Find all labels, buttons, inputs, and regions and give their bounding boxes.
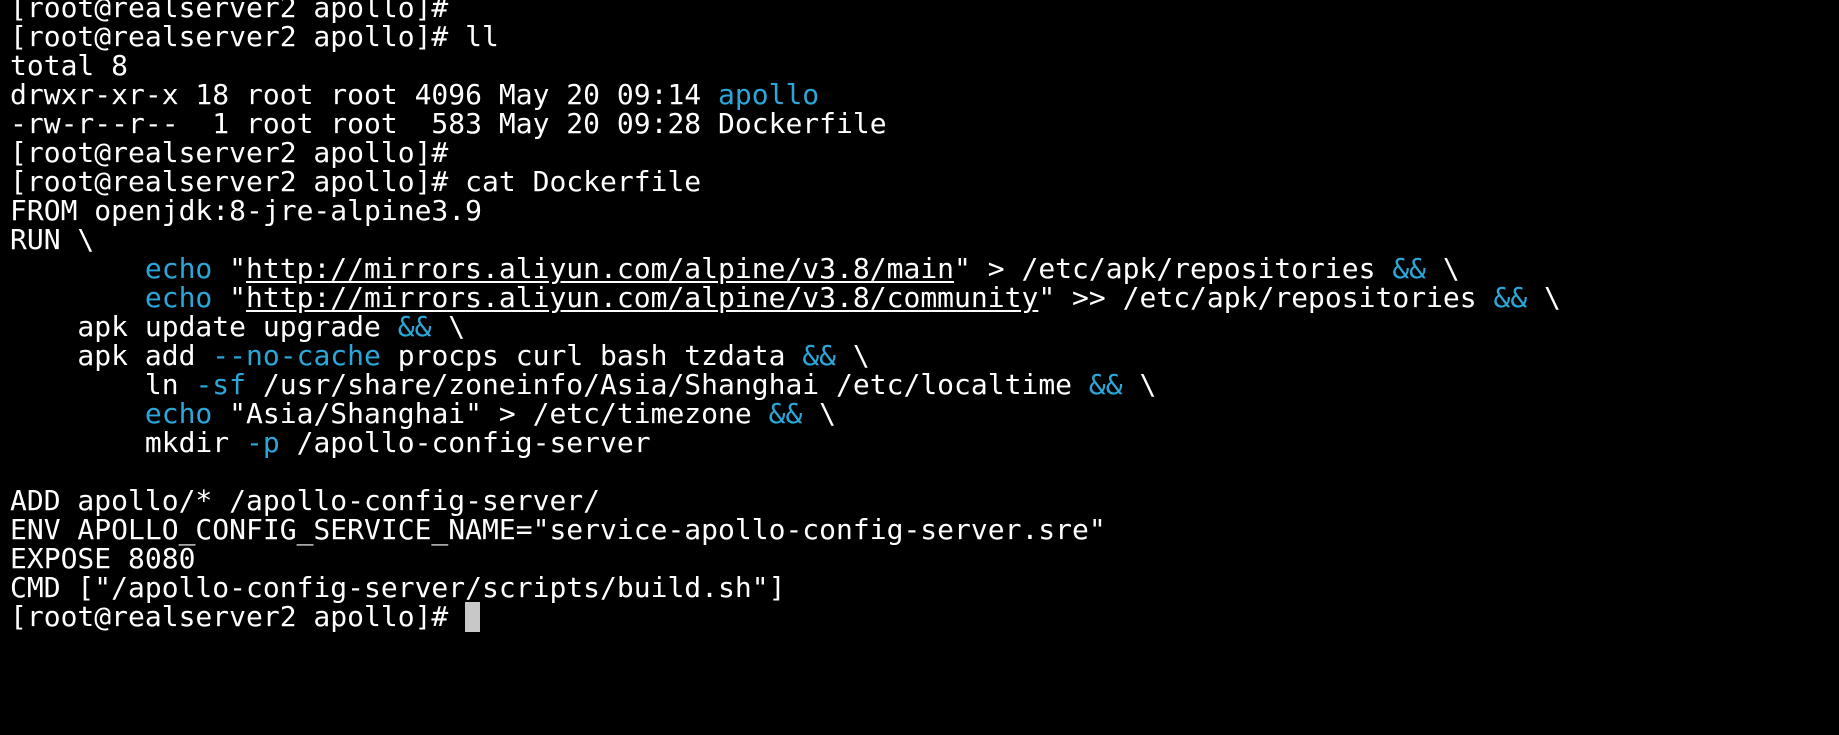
terminal-line: mkdir -p /apollo-config-server [10, 426, 651, 460]
highlighted-token: -p [246, 426, 280, 459]
highlighted-token: && [1493, 281, 1528, 314]
highlighted-token: && [768, 397, 803, 430]
terminal-text: [root@realserver2 apollo]# [10, 600, 466, 633]
highlighted-token: && [1088, 368, 1123, 401]
terminal-text: " >> /etc/apk/repositories [1038, 281, 1494, 314]
cursor-block[interactable] [465, 602, 481, 632]
terminal-text: \ [1527, 281, 1561, 314]
terminal-window[interactable]: [root@realserver2 apollo]# [root@realserv… [0, 0, 1839, 735]
terminal-text: \ [802, 397, 837, 430]
terminal-text: \ [1122, 368, 1157, 401]
terminal-text: mkdir [10, 426, 247, 459]
terminal-text: /apollo-config-server [279, 426, 651, 459]
terminal-line: [root@realserver2 apollo]# [10, 600, 481, 634]
